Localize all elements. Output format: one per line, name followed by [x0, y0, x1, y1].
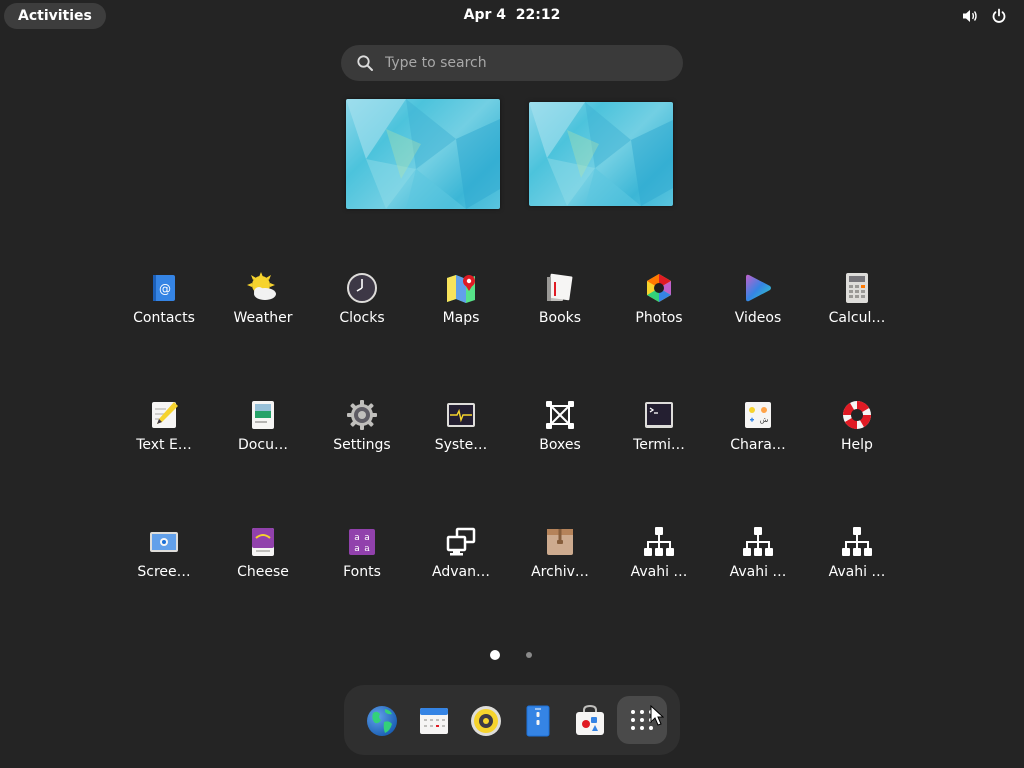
calculator-icon: [846, 273, 868, 303]
svg-text:a: a: [354, 533, 360, 543]
app-label: Cheese: [237, 564, 289, 580]
app-avahi-2[interactable]: Avahi …: [710, 526, 806, 626]
app-fonts[interactable]: aa aa Fonts: [314, 526, 410, 626]
app-cheese[interactable]: Cheese: [215, 526, 311, 626]
avahi-icon: [842, 527, 872, 556]
app-label: Boxes: [539, 437, 581, 453]
document-viewer-icon: [252, 401, 274, 429]
screenshot-icon: [150, 532, 178, 552]
books-icon: [547, 273, 573, 301]
svg-text:ش: ش: [760, 416, 769, 424]
svg-text:a: a: [364, 533, 370, 543]
web-browser-icon[interactable]: [365, 704, 399, 738]
app-help[interactable]: Help: [809, 399, 905, 499]
app-clocks[interactable]: Clocks: [314, 272, 410, 372]
app-label: Fonts: [343, 564, 381, 580]
svg-text:@: @: [159, 282, 171, 296]
svg-text:a: a: [364, 544, 370, 554]
search-icon: [357, 55, 373, 71]
power-icon[interactable]: [991, 8, 1007, 24]
app-label: Photos: [635, 310, 683, 326]
maps-icon: [447, 275, 475, 303]
cheese-icon: [252, 528, 274, 556]
avahi-icon: [644, 527, 674, 556]
fonts-icon: aa aa: [349, 529, 375, 555]
app-characters[interactable]: ش Chara…: [710, 399, 806, 499]
system-monitor-icon: [447, 403, 475, 427]
app-system-monitor[interactable]: Syste…: [413, 399, 509, 499]
app-label: Avahi …: [828, 564, 886, 580]
page-indicator-2[interactable]: [526, 652, 532, 658]
app-calculator[interactable]: Calcul…: [809, 272, 905, 372]
weather-icon: [247, 272, 276, 300]
photos-icon: [647, 274, 671, 302]
app-label: Calcul…: [828, 310, 886, 326]
avahi-icon: [743, 527, 773, 556]
videos-icon: [746, 274, 771, 302]
app-screenshot[interactable]: Scree…: [116, 526, 212, 626]
app-label: Clocks: [339, 310, 385, 326]
app-label: Text E…: [136, 437, 192, 453]
app-label: Archiv…: [531, 564, 589, 580]
app-boxes[interactable]: Boxes: [512, 399, 608, 499]
settings-icon: [347, 400, 377, 430]
app-label: Settings: [333, 437, 391, 453]
app-label: Advan…: [432, 564, 490, 580]
app-avahi-1[interactable]: Avahi …: [611, 526, 707, 626]
app-contacts[interactable]: @ Contacts: [116, 272, 212, 372]
app-label: Books: [538, 310, 582, 326]
app-archive-manager[interactable]: Archiv…: [512, 526, 608, 626]
app-avahi-3[interactable]: Avahi …: [809, 526, 905, 626]
help-icon: [843, 401, 871, 429]
workspace-thumbnail-1[interactable]: [346, 99, 500, 209]
app-label: Scree…: [137, 564, 191, 580]
app-settings[interactable]: Settings: [314, 399, 410, 499]
app-maps[interactable]: Maps: [413, 272, 509, 372]
boxes-icon: [546, 401, 574, 429]
contacts-icon: @: [153, 275, 175, 301]
clock[interactable]: Apr 4 22:12: [0, 7, 1024, 23]
music-player-icon[interactable]: [469, 704, 503, 738]
app-label: Contacts: [133, 310, 195, 326]
workspace-thumbnail-2[interactable]: [529, 102, 673, 206]
app-document-viewer[interactable]: Docu…: [215, 399, 311, 499]
app-label: Avahi …: [729, 564, 787, 580]
terminal-icon: [645, 402, 673, 428]
search-bar[interactable]: [341, 45, 683, 81]
app-label: Termi…: [633, 437, 685, 453]
calendar-icon[interactable]: [417, 704, 451, 738]
app-advanced-network[interactable]: Advan…: [413, 526, 509, 626]
software-store-icon[interactable]: [573, 704, 607, 738]
app-label: Maps: [442, 310, 480, 326]
app-label: Weather: [233, 310, 293, 326]
archive-manager-icon: [547, 529, 573, 555]
volume-icon[interactable]: [962, 8, 978, 24]
app-weather[interactable]: Weather: [215, 272, 311, 372]
search-input[interactable]: [383, 45, 663, 81]
app-text-editor[interactable]: Text E…: [116, 399, 212, 499]
top-bar: Activities Apr 4 22:12: [0, 0, 1024, 32]
app-label: Chara…: [730, 437, 786, 453]
mouse-cursor-icon: [650, 705, 664, 726]
app-books[interactable]: Books: [512, 272, 608, 372]
dash: [344, 685, 680, 755]
app-label: Videos: [734, 310, 782, 326]
app-label: Help: [841, 437, 873, 453]
file-manager-icon[interactable]: [521, 704, 555, 738]
advanced-network-icon: [446, 527, 476, 556]
app-label: Avahi …: [630, 564, 688, 580]
page-indicator-1[interactable]: [490, 650, 500, 660]
svg-text:a: a: [354, 544, 360, 554]
characters-icon: ش: [745, 402, 771, 428]
text-editor-icon: [152, 402, 178, 428]
app-photos[interactable]: Photos: [611, 272, 707, 372]
app-label: Syste…: [434, 437, 488, 453]
app-label: Docu…: [238, 437, 288, 453]
app-terminal[interactable]: Termi…: [611, 399, 707, 499]
clocks-icon: [347, 273, 377, 303]
app-videos[interactable]: Videos: [710, 272, 806, 372]
